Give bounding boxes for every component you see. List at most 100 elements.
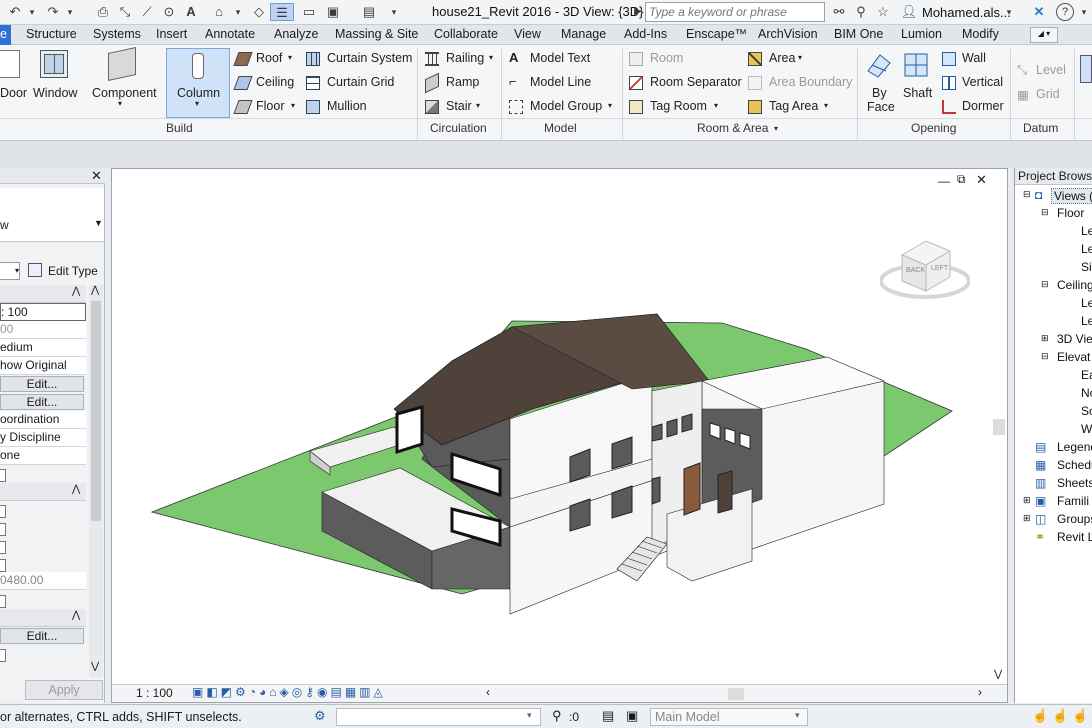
apply-button[interactable]: Apply xyxy=(25,680,103,700)
3d-dropdown-icon[interactable]: ▾ xyxy=(232,3,244,21)
tag-area-dropdown-icon[interactable]: ▾ xyxy=(824,101,828,110)
user-icon[interactable]: 👤︎ xyxy=(900,3,918,21)
switch-windows-icon[interactable]: ▣ xyxy=(324,3,342,21)
curtain-grid-button[interactable]: Curtain Grid xyxy=(327,75,394,89)
railing-dropdown-icon[interactable]: ▾ xyxy=(489,53,493,62)
select-underlay-icon[interactable]: ☝ xyxy=(1052,708,1068,724)
by-face-label-2[interactable]: Face xyxy=(867,100,895,114)
close-icon[interactable]: ✕ xyxy=(91,168,102,184)
shaft-button[interactable]: Shaft xyxy=(903,86,932,100)
tree-item-legends[interactable]: Legend xyxy=(1057,440,1092,454)
tree-collapse-icon[interactable]: ⊟ xyxy=(1041,351,1049,362)
section-box-checkbox[interactable] xyxy=(0,595,6,608)
railing-button[interactable]: Railing xyxy=(446,51,484,65)
tab-add-ins[interactable]: Add-Ins xyxy=(624,27,667,41)
tag-area-button[interactable]: Tag Area xyxy=(769,99,818,113)
tab-insert[interactable]: Insert xyxy=(156,27,187,41)
building-model[interactable] xyxy=(112,169,1007,674)
extents-section-header[interactable]: ⋀ xyxy=(0,483,86,501)
tree-collapse-icon[interactable]: ⊟ xyxy=(1041,279,1049,290)
locked-orientation-checkbox[interactable] xyxy=(0,649,6,662)
room-separator-button[interactable]: Room Separator xyxy=(650,75,742,89)
binoculars-icon[interactable]: ⚯ xyxy=(830,3,848,21)
grid-button[interactable]: Grid xyxy=(1036,87,1060,101)
tree-expand-icon[interactable]: ⊞ xyxy=(1023,495,1031,506)
ceiling-button[interactable]: Ceiling xyxy=(256,75,294,89)
floor-button[interactable]: Floor xyxy=(256,99,284,113)
viewport-vertical-scrollbar[interactable]: ⋁ xyxy=(992,189,1006,685)
tab-collaborate[interactable]: Collaborate xyxy=(434,27,498,41)
measure-icon[interactable]: ⤡ xyxy=(116,3,134,21)
user-dropdown-icon[interactable]: ▾ xyxy=(1004,3,1014,21)
sun-path-checkbox[interactable] xyxy=(0,469,6,482)
instance-filter-dropdown[interactable]: ▾ xyxy=(0,262,20,280)
tree-item-sheets[interactable]: Sheets xyxy=(1057,476,1092,490)
section-icon[interactable]: ◇ xyxy=(250,3,268,21)
design-option-dropdown-icon[interactable]: ▾ xyxy=(527,710,532,721)
mullion-button[interactable]: Mullion xyxy=(327,99,367,113)
type-selector-dropdown-icon[interactable]: ▼ xyxy=(94,218,103,228)
favorites-star-icon[interactable]: ☆ xyxy=(874,3,892,21)
select-links-icon[interactable]: ☝ xyxy=(1032,708,1048,724)
model-text-button[interactable]: Model Text xyxy=(530,51,590,65)
scroll-down-icon[interactable]: ⋁ xyxy=(91,661,99,672)
tree-item-schedules[interactable]: Schedu xyxy=(1057,458,1092,472)
curtain-system-button[interactable]: Curtain System xyxy=(327,51,412,65)
window-button[interactable]: Window xyxy=(33,86,77,100)
graphics-section-header[interactable]: ⋀ xyxy=(0,285,86,303)
component-dropdown-icon[interactable]: ▾ xyxy=(118,99,122,108)
scrollbar-thumb[interactable] xyxy=(91,301,101,521)
tree-item-site[interactable]: Si xyxy=(1081,260,1092,274)
tree-item-level-1[interactable]: Le xyxy=(1081,224,1092,238)
edit-type-button[interactable]: Edit Type xyxy=(48,264,98,278)
view-scale-field[interactable]: : 100 xyxy=(0,303,86,321)
tab-massing-site[interactable]: Massing & Site xyxy=(335,27,418,41)
tag-icon[interactable]: ⊙ xyxy=(160,3,178,21)
tree-collapse-icon[interactable]: ⊟ xyxy=(1041,207,1049,218)
tree-item-floor-plans[interactable]: Floor xyxy=(1057,206,1084,220)
camera-section-header[interactable]: ⋀ xyxy=(0,609,86,627)
scroll-down-arrow-icon[interactable]: ⋁ xyxy=(994,669,1002,680)
editable-only-icon[interactable]: ⚲ xyxy=(552,708,562,724)
model-line-button[interactable]: Model Line xyxy=(530,75,591,89)
tree-item-elevations[interactable]: Elevat xyxy=(1057,350,1090,364)
customize-icon[interactable]: ▤ xyxy=(360,3,378,21)
viewcube-back-label[interactable]: BACK xyxy=(906,267,925,274)
tree-item-north[interactable]: No xyxy=(1081,386,1092,400)
tree-item-ceiling-plans[interactable]: Ceiling xyxy=(1057,278,1092,292)
horizontal-scroll-right-icon[interactable]: › xyxy=(978,685,982,699)
search-input[interactable]: Type a keyword or phrase xyxy=(645,2,825,22)
workset-dropdown-icon[interactable]: ▾ xyxy=(795,710,800,721)
help-dropdown-icon[interactable]: ▾ xyxy=(1078,3,1090,21)
tab-structure[interactable]: Structure xyxy=(26,27,77,41)
tree-item-south[interactable]: So xyxy=(1081,404,1092,418)
design-option-select[interactable]: ▾ xyxy=(336,708,541,726)
tree-item-ceiling-level-2[interactable]: Le xyxy=(1081,314,1092,328)
default-analysis-field[interactable]: one xyxy=(0,447,86,465)
worksets-icon[interactable]: ⚙ xyxy=(314,708,326,724)
view-scale[interactable]: 1 : 100 xyxy=(136,686,173,700)
window-icon[interactable] xyxy=(40,50,68,78)
level-button[interactable]: Level xyxy=(1036,63,1066,77)
component-button[interactable]: Component xyxy=(92,86,157,100)
tab-analyze[interactable]: Analyze xyxy=(274,27,318,41)
tab-bim-one[interactable]: BIM One xyxy=(834,27,883,41)
tree-item-views[interactable]: Views ( xyxy=(1051,188,1092,204)
thin-lines-icon[interactable]: ☰ xyxy=(270,3,294,21)
stair-dropdown-icon[interactable]: ▾ xyxy=(476,101,480,110)
tree-item-west[interactable]: W xyxy=(1081,422,1092,436)
tree-item-level-2[interactable]: Le xyxy=(1081,242,1092,256)
redo-dropdown-icon[interactable]: ▾ xyxy=(64,3,76,21)
crop-view-checkbox[interactable] xyxy=(0,505,6,518)
roof-dropdown-icon[interactable]: ▾ xyxy=(288,53,292,62)
tab-modify[interactable]: Modify xyxy=(962,27,999,41)
component-icon[interactable] xyxy=(108,47,136,81)
visibility-graphics-edit-button[interactable]: Edit... xyxy=(0,376,84,392)
door-icon[interactable] xyxy=(0,50,20,78)
tab-architecture[interactable]: e xyxy=(0,25,11,45)
print-icon[interactable]: ⎙ xyxy=(94,3,112,21)
select-pinned-icon[interactable]: ☝ xyxy=(1072,708,1088,724)
undo-dropdown-icon[interactable]: ▾ xyxy=(26,3,38,21)
room-area-dropdown-icon[interactable]: ▾ xyxy=(774,124,778,133)
tab-view[interactable]: View xyxy=(514,27,541,41)
